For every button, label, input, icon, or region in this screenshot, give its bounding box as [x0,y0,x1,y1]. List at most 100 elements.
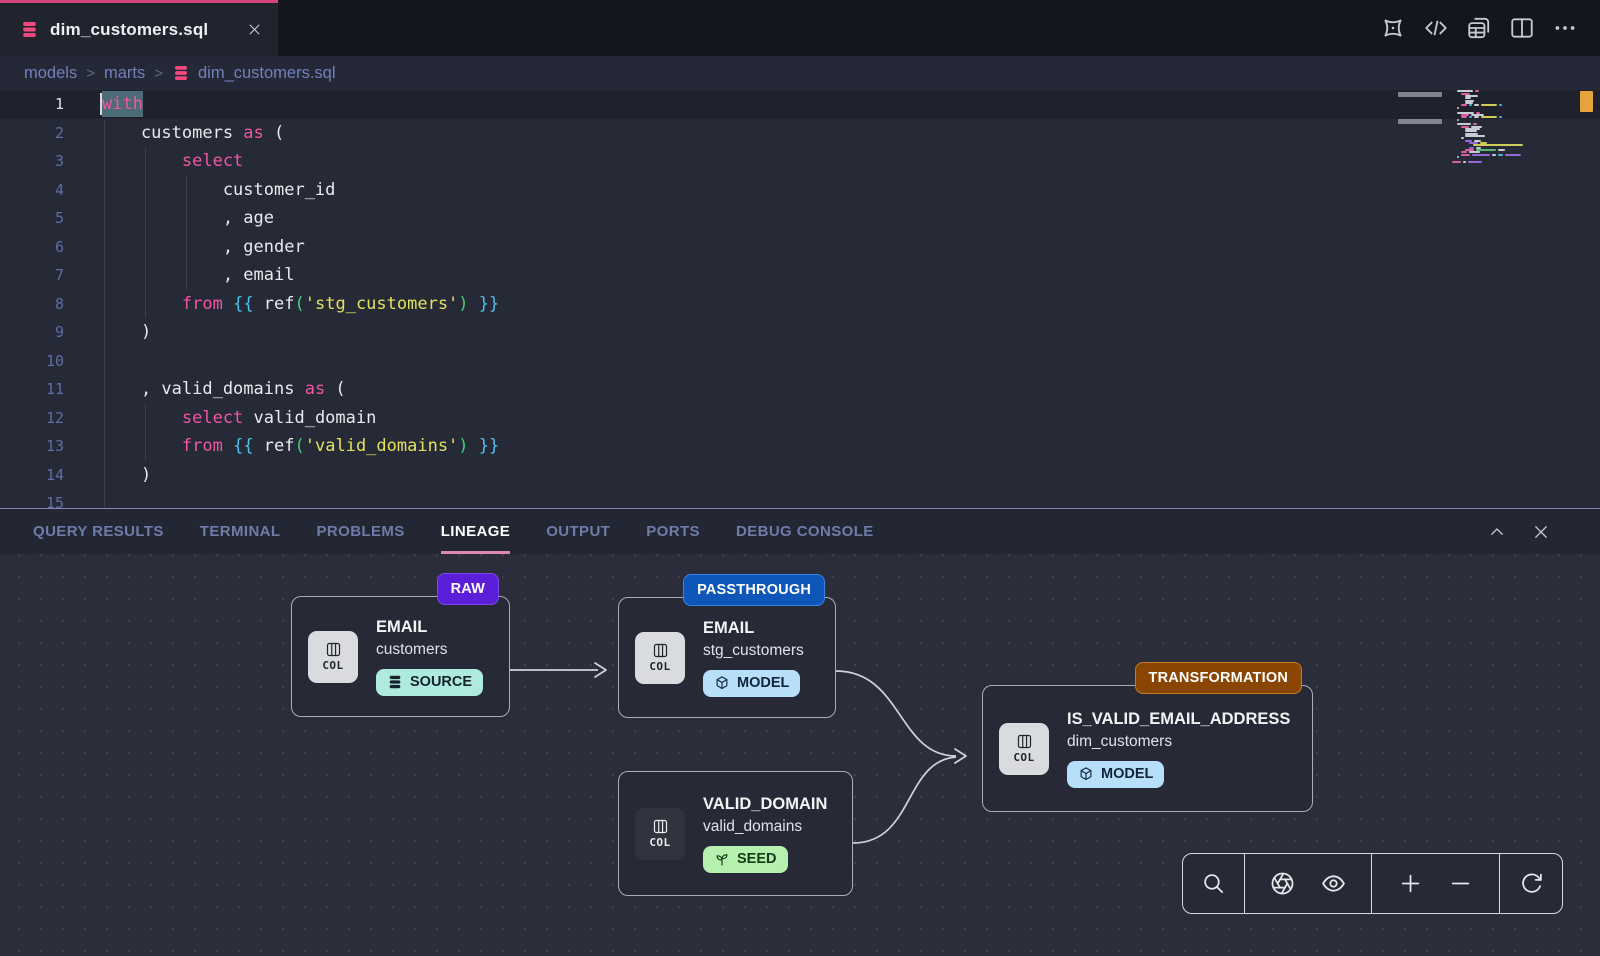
cube-icon [1078,766,1094,782]
node-model-name: customers [376,641,483,659]
breadcrumb-separator: > [154,65,163,82]
line-number: 3 [0,152,64,170]
breadcrumb-separator: > [86,65,95,82]
code-line-5[interactable]: 5 , age [0,204,1600,233]
lineage-node-dim_customers[interactable]: TRANSFORMATIONCOLIS_VALID_EMAIL_ADDRESSd… [982,685,1313,812]
code-line-4[interactable]: 4customer_id [0,176,1600,205]
line-number: 8 [0,295,64,313]
copy-table-icon[interactable] [1466,15,1492,41]
node-badge-passthrough: PASSTHROUGH [683,574,825,606]
code-line-12[interactable]: 12 select valid_domain [0,404,1600,433]
code-line-10[interactable]: 10 [0,347,1600,376]
columns-icon [324,641,343,658]
database-icon [20,20,39,39]
code-line-14[interactable]: 14) [0,461,1600,490]
column-tile-label: COL [1013,751,1034,764]
plus-icon[interactable] [1398,871,1423,896]
node-type-label: SOURCE [410,674,472,690]
code-text: , valid_domains as ( [100,379,346,399]
column-tile-label: COL [649,836,670,849]
close-tab-icon[interactable] [247,22,262,37]
close-icon[interactable] [1532,523,1550,541]
lineage-node-valid_domains[interactable]: COLVALID_DOMAINvalid_domainsSEED [618,771,853,896]
panel-tab-query-results[interactable]: QUERY RESULTS [33,509,164,554]
line-number: 2 [0,124,64,142]
breadcrumb-segment-marts[interactable]: marts [104,64,145,83]
overview-ruler-mark [1398,119,1442,124]
line-number: 4 [0,181,64,199]
line-number: 7 [0,266,64,284]
code-line-9[interactable]: 9) [0,318,1600,347]
node-type-pill-model[interactable]: MODEL [703,670,800,697]
line-number: 14 [0,466,64,484]
node-type-pill-model[interactable]: MODEL [1067,761,1164,788]
cube-icon [714,675,730,691]
node-type-label: SEED [737,851,777,867]
code-text: from {{ ref('stg_customers') }} [100,294,499,314]
line-number: 9 [0,323,64,341]
code-line-11[interactable]: 11 , valid_domains as ( [0,375,1600,404]
panel-tab-problems[interactable]: PROBLEMS [316,509,404,554]
code-line-8[interactable]: 8 from {{ ref('stg_customers') }} [0,290,1600,319]
overview-ruler-mark [1398,92,1442,97]
code-line-3[interactable]: 3select [0,147,1600,176]
chevron-up-icon[interactable] [1488,523,1506,541]
line-number: 12 [0,409,64,427]
more-icon[interactable] [1552,15,1578,41]
code-icon[interactable] [1423,15,1449,41]
seedling-icon [714,851,730,867]
lineage-canvas[interactable]: RAWCOLEMAILcustomersSOURCEPASSTHROUGHCOL… [0,554,1600,956]
eye-icon[interactable] [1321,871,1346,896]
line-number: 5 [0,209,64,227]
code-text: , age [100,208,274,228]
node-type-label: MODEL [1101,766,1153,782]
breadcrumb-segment-models[interactable]: models [24,64,77,83]
node-type-pill-source[interactable]: SOURCE [376,669,483,696]
panel-tab-ports[interactable]: PORTS [646,509,700,554]
line-number: 6 [0,238,64,256]
panel-tab-lineage[interactable]: LINEAGE [441,509,510,554]
dbt-logo-icon[interactable] [1380,15,1406,41]
search-icon[interactable] [1201,871,1226,896]
code-line-2[interactable]: 2customers as ( [0,119,1600,148]
code-line-13[interactable]: 13from {{ ref('valid_domains') }} [0,432,1600,461]
columns-icon [651,818,670,835]
refresh-icon[interactable] [1519,871,1544,896]
column-tile-label: COL [649,660,670,673]
code-text: select valid_domain [100,408,376,428]
code-editor[interactable]: 1with2customers as (3select4customer_id5… [0,90,1600,508]
code-line-7[interactable]: 7 , email [0,261,1600,290]
panel-tab-output[interactable]: OUTPUT [546,509,610,554]
line-number: 1 [0,95,64,113]
node-badge-raw: RAW [437,573,499,605]
line-number: 11 [0,380,64,398]
lineage-node-stg_customers[interactable]: PASSTHROUGHCOLEMAILstg_customersMODEL [618,597,836,718]
tab-dim-customers[interactable]: dim_customers.sql [0,0,278,56]
columns-icon [651,642,670,659]
lineage-node-customers[interactable]: RAWCOLEMAILcustomersSOURCE [291,596,510,717]
database-icon [387,674,403,690]
minus-icon[interactable] [1448,871,1473,896]
breadcrumb: models > marts > dim_customers.sql [0,56,1600,90]
line-number: 13 [0,437,64,455]
aperture-icon[interactable] [1270,871,1295,896]
node-type-pill-seed[interactable]: SEED [703,846,788,873]
node-badge-transformation: TRANSFORMATION [1135,662,1302,694]
lineage-toolbar [1182,853,1563,914]
code-text: , gender [100,237,305,257]
panel-tab-terminal[interactable]: TERMINAL [200,509,281,554]
breadcrumb-file[interactable]: dim_customers.sql [172,64,336,83]
code-text: with [100,93,143,115]
node-column-name: VALID_DOMAIN [703,795,827,814]
code-line-1[interactable]: 1 with [0,90,1600,119]
code-line-15[interactable]: 15 [0,489,1600,508]
node-model-name: dim_customers [1067,733,1290,751]
code-line-6[interactable]: 6 , gender [0,233,1600,262]
split-editor-icon[interactable] [1509,15,1535,41]
toolbar-group [1372,854,1500,913]
column-tile: COL [999,723,1049,775]
scrollbar-marker[interactable] [1580,91,1593,112]
column-tile: COL [635,632,685,684]
panel-tab-debug-console[interactable]: DEBUG CONSOLE [736,509,874,554]
code-text: , email [100,265,294,285]
